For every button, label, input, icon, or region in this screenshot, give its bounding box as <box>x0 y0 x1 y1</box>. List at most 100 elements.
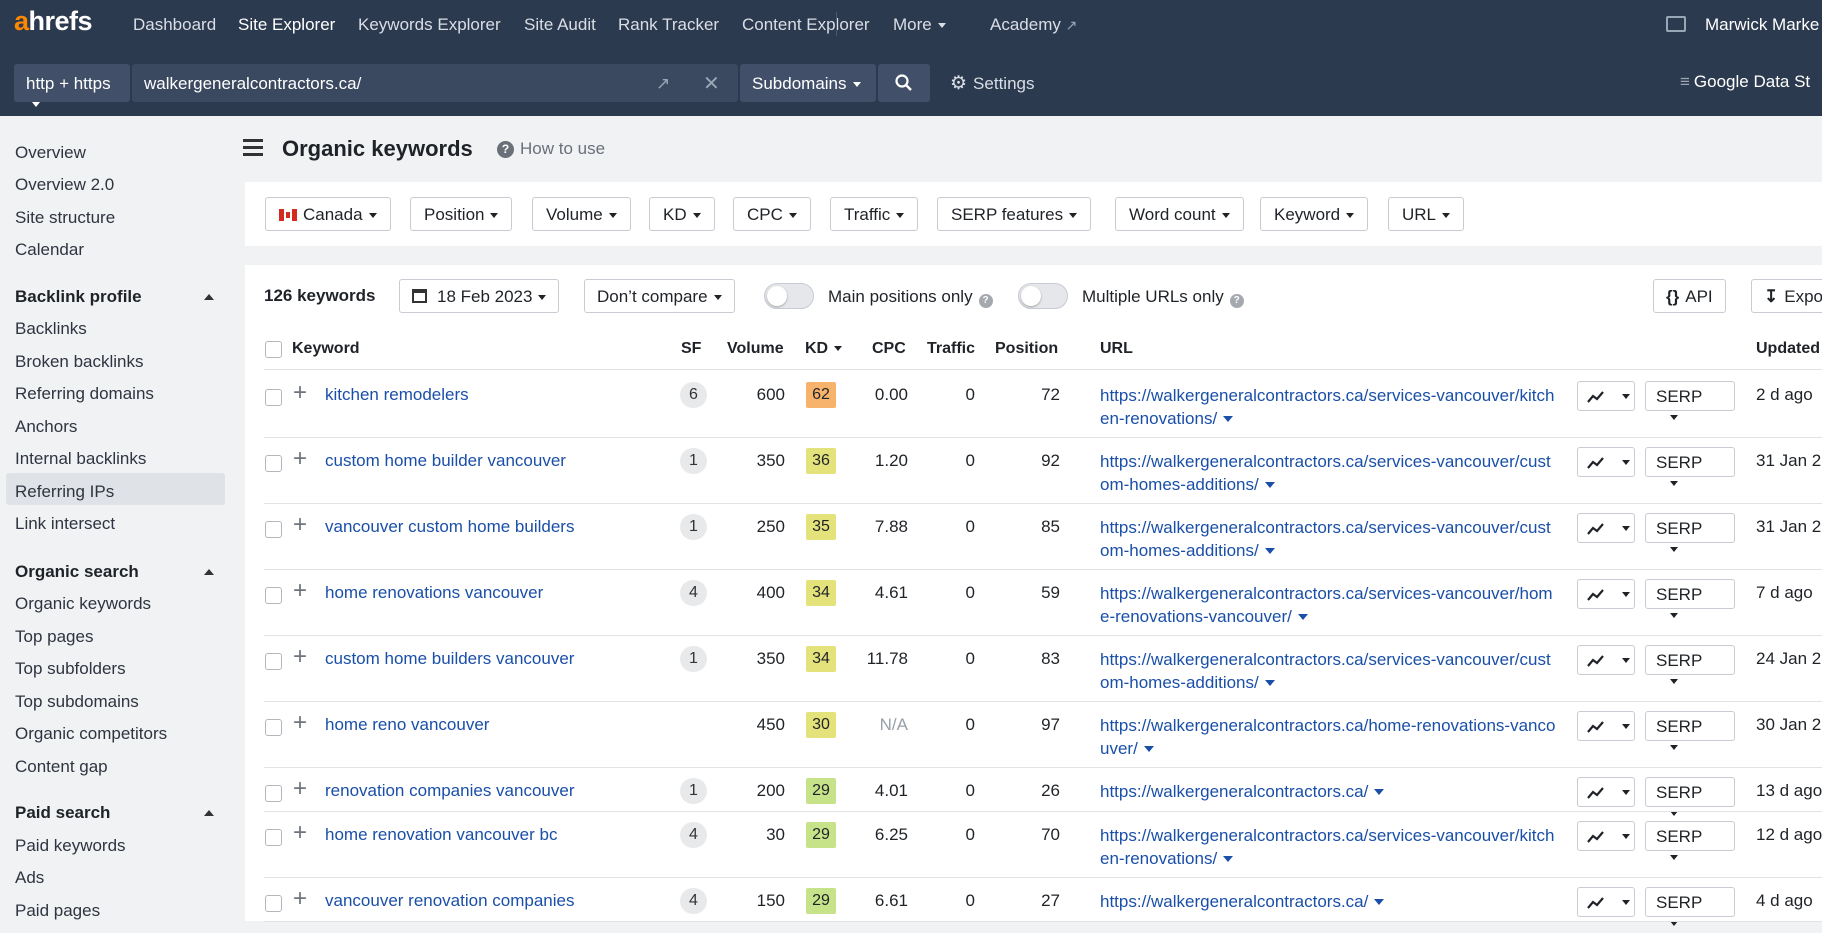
column-url[interactable]: URL <box>1100 340 1133 358</box>
serp-features-count[interactable]: 1 <box>680 646 707 672</box>
search-button[interactable] <box>878 64 930 102</box>
ranking-url[interactable]: https://walkergeneralcontractors.ca/serv… <box>1100 582 1560 628</box>
filter-word-count[interactable]: Word count <box>1115 197 1244 231</box>
sidebar-item-top-pages[interactable]: Top pages <box>15 627 93 647</box>
ranking-url[interactable]: https://walkergeneralcontractors.ca/serv… <box>1100 384 1560 430</box>
serp-features-count[interactable]: 6 <box>680 382 707 408</box>
open-external-icon[interactable]: ↗ <box>656 74 670 94</box>
collapse-icon[interactable] <box>204 294 214 300</box>
ranking-url[interactable]: https://walkergeneralcontractors.ca/ <box>1100 780 1560 803</box>
serp-dropdown-button[interactable]: SERP <box>1645 777 1735 817</box>
sidebar-item-backlinks[interactable]: Backlinks <box>15 319 87 339</box>
add-to-list-icon[interactable]: + <box>293 643 307 671</box>
sidebar-item-internal-backlinks[interactable]: Internal backlinks <box>15 449 146 469</box>
collapse-icon[interactable] <box>204 569 214 575</box>
sidebar-section-paid-search[interactable]: Paid search <box>15 803 110 823</box>
chevron-down-icon[interactable] <box>1297 614 1308 620</box>
chevron-down-icon[interactable] <box>1264 482 1275 488</box>
column-keyword[interactable]: Keyword <box>292 340 360 358</box>
chevron-down-icon[interactable] <box>1264 680 1275 686</box>
column-traffic[interactable]: Traffic <box>927 340 975 358</box>
sidebar-item-organic-competitors[interactable]: Organic competitors <box>15 724 167 744</box>
ranking-url[interactable]: https://walkergeneralcontractors.ca/home… <box>1100 714 1560 760</box>
chart-dropdown-button[interactable] <box>1577 381 1635 411</box>
serp-features-count[interactable]: 4 <box>680 822 707 848</box>
add-to-list-icon[interactable]: + <box>293 379 307 407</box>
keyword-link[interactable]: home renovations vancouver <box>325 583 543 603</box>
sidebar-item-content-gap[interactable]: Content gap <box>15 757 108 777</box>
sidebar-item-ads[interactable]: Ads <box>15 868 44 888</box>
filter-url[interactable]: URL <box>1388 197 1465 231</box>
sidebar-section-backlink-profile[interactable]: Backlink profile <box>15 287 142 307</box>
chevron-down-icon[interactable] <box>1264 548 1275 554</box>
clear-icon[interactable]: ✕ <box>703 71 720 96</box>
serp-features-count[interactable]: 1 <box>680 778 707 804</box>
column-kd[interactable]: KD <box>805 340 843 358</box>
sidebar-item-link-intersect[interactable]: Link intersect <box>15 514 115 534</box>
filter-position[interactable]: Position <box>410 197 513 231</box>
sidebar-item-referring-ips[interactable]: Referring IPs <box>15 482 114 502</box>
url-link[interactable]: https://walkergeneralcontractors.ca/serv… <box>1100 826 1554 868</box>
account-menu[interactable]: Marwick Marke <box>1705 15 1819 35</box>
url-link[interactable]: https://walkergeneralcontractors.ca/serv… <box>1100 386 1554 428</box>
ranking-url[interactable]: https://walkergeneralcontractors.ca/serv… <box>1100 648 1560 694</box>
sidebar-item-broken-backlinks[interactable]: Broken backlinks <box>15 352 144 372</box>
column-position[interactable]: Position <box>995 340 1058 358</box>
target-url-input[interactable]: walkergeneralcontractors.ca/ ↗ ✕ <box>132 64 738 102</box>
sidebar-item-top-subdomains[interactable]: Top subdomains <box>15 692 139 712</box>
keyword-link[interactable]: custom home builders vancouver <box>325 649 574 669</box>
ahrefs-logo[interactable]: ahrefs <box>14 6 93 37</box>
google-data-studio-link[interactable]: ≡ Google Data St <box>1680 72 1810 92</box>
keyword-link[interactable]: custom home builder vancouver <box>325 451 566 471</box>
sidebar-item-paid-keywords[interactable]: Paid keywords <box>15 836 126 856</box>
nav-content-explorer[interactable]: Content Explorer <box>742 15 870 35</box>
sidebar-item-organic-keywords[interactable]: Organic keywords <box>15 594 151 614</box>
column-volume[interactable]: Volume <box>727 340 784 358</box>
ranking-url[interactable]: https://walkergeneralcontractors.ca/serv… <box>1100 824 1560 870</box>
nav-site-audit[interactable]: Site Audit <box>524 15 596 35</box>
chart-dropdown-button[interactable] <box>1577 447 1635 477</box>
url-link[interactable]: https://walkergeneralcontractors.ca/serv… <box>1100 452 1551 494</box>
serp-features-count[interactable]: 4 <box>680 580 707 606</box>
nav-rank-tracker[interactable]: Rank Tracker <box>618 15 719 35</box>
filter-cpc[interactable]: CPC <box>733 197 811 231</box>
ranking-url[interactable]: https://walkergeneralcontractors.ca/ <box>1100 890 1560 913</box>
row-checkbox[interactable] <box>265 389 282 406</box>
serp-dropdown-button[interactable]: SERP <box>1645 579 1735 619</box>
keyword-link[interactable]: renovation companies vancouver <box>325 781 574 801</box>
row-checkbox[interactable] <box>265 785 282 802</box>
add-to-list-icon[interactable]: + <box>293 819 307 847</box>
chart-dropdown-button[interactable] <box>1577 579 1635 609</box>
sidebar-item-overview[interactable]: Overview <box>15 143 86 163</box>
serp-dropdown-button[interactable]: SERP <box>1645 645 1735 685</box>
main-positions-toggle[interactable] <box>764 283 814 309</box>
serp-features-count[interactable]: 1 <box>680 448 707 474</box>
keyword-link[interactable]: vancouver custom home builders <box>325 517 574 537</box>
url-link[interactable]: https://walkergeneralcontractors.ca/serv… <box>1100 650 1551 692</box>
chevron-down-icon[interactable] <box>1143 746 1154 752</box>
filter-volume[interactable]: Volume <box>532 197 631 231</box>
monitor-icon[interactable] <box>1666 16 1686 32</box>
url-link[interactable]: https://walkergeneralcontractors.ca/serv… <box>1100 584 1553 626</box>
chart-dropdown-button[interactable] <box>1577 645 1635 675</box>
sidebar-section-organic-search[interactable]: Organic search <box>15 562 139 582</box>
ranking-url[interactable]: https://walkergeneralcontractors.ca/serv… <box>1100 450 1560 496</box>
keyword-link[interactable]: vancouver renovation companies <box>325 891 574 911</box>
add-to-list-icon[interactable]: + <box>293 885 307 913</box>
row-checkbox[interactable] <box>265 719 282 736</box>
sidebar-item-site-structure[interactable]: Site structure <box>15 208 115 228</box>
settings-button[interactable]: ⚙ Settings <box>950 72 1034 95</box>
how-to-use-link[interactable]: ? How to use <box>497 139 605 159</box>
chart-dropdown-button[interactable] <box>1577 513 1635 543</box>
serp-dropdown-button[interactable]: SERP <box>1645 447 1735 487</box>
add-to-list-icon[interactable]: + <box>293 709 307 737</box>
add-to-list-icon[interactable]: + <box>293 577 307 605</box>
filter-serp-features[interactable]: SERP features <box>937 197 1092 231</box>
url-link[interactable]: https://walkergeneralcontractors.ca/home… <box>1100 716 1555 758</box>
row-checkbox[interactable] <box>265 829 282 846</box>
nav-keywords-explorer[interactable]: Keywords Explorer <box>358 15 501 35</box>
select-all-checkbox[interactable] <box>265 341 282 358</box>
column-cpc[interactable]: CPC <box>872 340 906 358</box>
export-button[interactable]: ↧ Expo <box>1751 279 1822 313</box>
keyword-link[interactable]: kitchen remodelers <box>325 385 469 405</box>
